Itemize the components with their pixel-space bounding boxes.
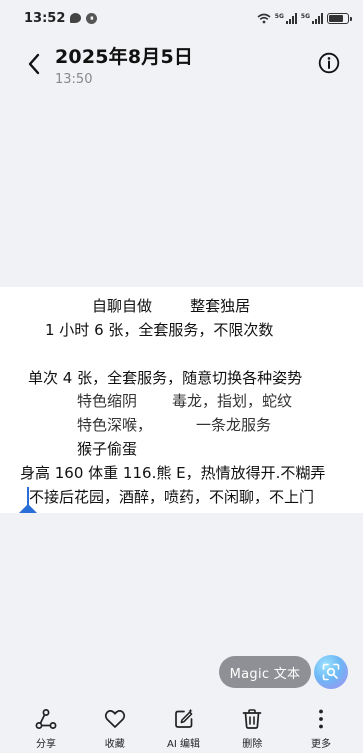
delete-label: 删除 <box>242 739 263 750</box>
page-title: 2025年8月5日 <box>55 46 194 68</box>
app-notification-icon: ⏸ <box>86 12 98 24</box>
status-right: 5G 5G <box>257 12 352 24</box>
trash-icon <box>242 709 262 729</box>
image-text-line: 毒龙，指划，蛇纹 <box>172 392 293 410</box>
image-text-line: 猴子偷蛋 <box>77 440 138 458</box>
page-subtitle: 13:50 <box>55 72 93 87</box>
note-image[interactable]: 自聊自做 整套独居 1 小时 6 张，全套服务，不限次数 单次 4 张，全套服务… <box>0 287 363 513</box>
image-text-line: 一条龙服务 <box>196 416 272 434</box>
share-label: 分享 <box>36 739 56 750</box>
wifi-icon <box>257 13 271 23</box>
message-icon <box>70 13 82 23</box>
image-text-line: 单次 4 张，全套服务，随意切换各种姿势 <box>28 369 303 387</box>
ai-edit-label: AI 编辑 <box>167 739 200 750</box>
chevron-left-icon <box>28 53 40 75</box>
more-vertical-icon <box>319 709 323 729</box>
image-text-line: 特色深喉， <box>77 416 153 434</box>
back-button[interactable] <box>20 50 48 78</box>
more-label: 更多 <box>311 739 331 750</box>
magic-text-label: Magic 文本 <box>229 666 301 682</box>
visual-search-button[interactable] <box>314 655 348 689</box>
cell-signal-1-icon: 5G <box>275 12 297 24</box>
bottom-toolbar: 分享 收藏 AI 编辑 删除 更多 <box>0 708 363 753</box>
title-block: 2025年8月5日 13:50 <box>55 42 193 87</box>
image-text-line: 1 小时 6 张，全套服务，不限次数 <box>45 321 274 339</box>
selection-handle[interactable] <box>19 504 37 513</box>
delete-button[interactable]: 删除 <box>222 708 282 753</box>
ai-edit-button[interactable]: AI 编辑 <box>154 708 214 753</box>
share-button[interactable]: 分享 <box>16 708 76 753</box>
status-left: 13:52 ⏸ <box>24 10 98 26</box>
ai-edit-icon <box>174 708 193 728</box>
favorite-label: 收藏 <box>104 739 125 750</box>
magic-text-button[interactable]: Magic 文本 <box>219 656 311 688</box>
info-button[interactable] <box>317 51 341 75</box>
cell-signal-2-icon: 5G <box>301 12 323 24</box>
share-icon <box>35 709 57 729</box>
image-text-line: 不接后花园，酒醉，喷药，不闲聊，不上门 <box>29 488 315 506</box>
header: 2025年8月5日 13:50 <box>0 38 363 88</box>
favorite-button[interactable]: 收藏 <box>85 708 145 753</box>
image-text-line: 特色缩阴 <box>77 392 138 410</box>
battery-icon <box>327 12 352 24</box>
status-bar: 13:52 ⏸ 5G 5G <box>0 0 363 36</box>
status-time: 13:52 <box>24 10 66 26</box>
scan-lens-icon <box>322 663 340 681</box>
image-text-line: 身高 160 体重 116.熊 E，热情放得开.不糊弄 <box>20 464 326 482</box>
image-text-line: 自聊自做 整套独居 <box>92 297 251 315</box>
info-icon <box>318 52 340 74</box>
heart-icon <box>104 710 125 728</box>
more-button[interactable]: 更多 <box>291 708 351 753</box>
